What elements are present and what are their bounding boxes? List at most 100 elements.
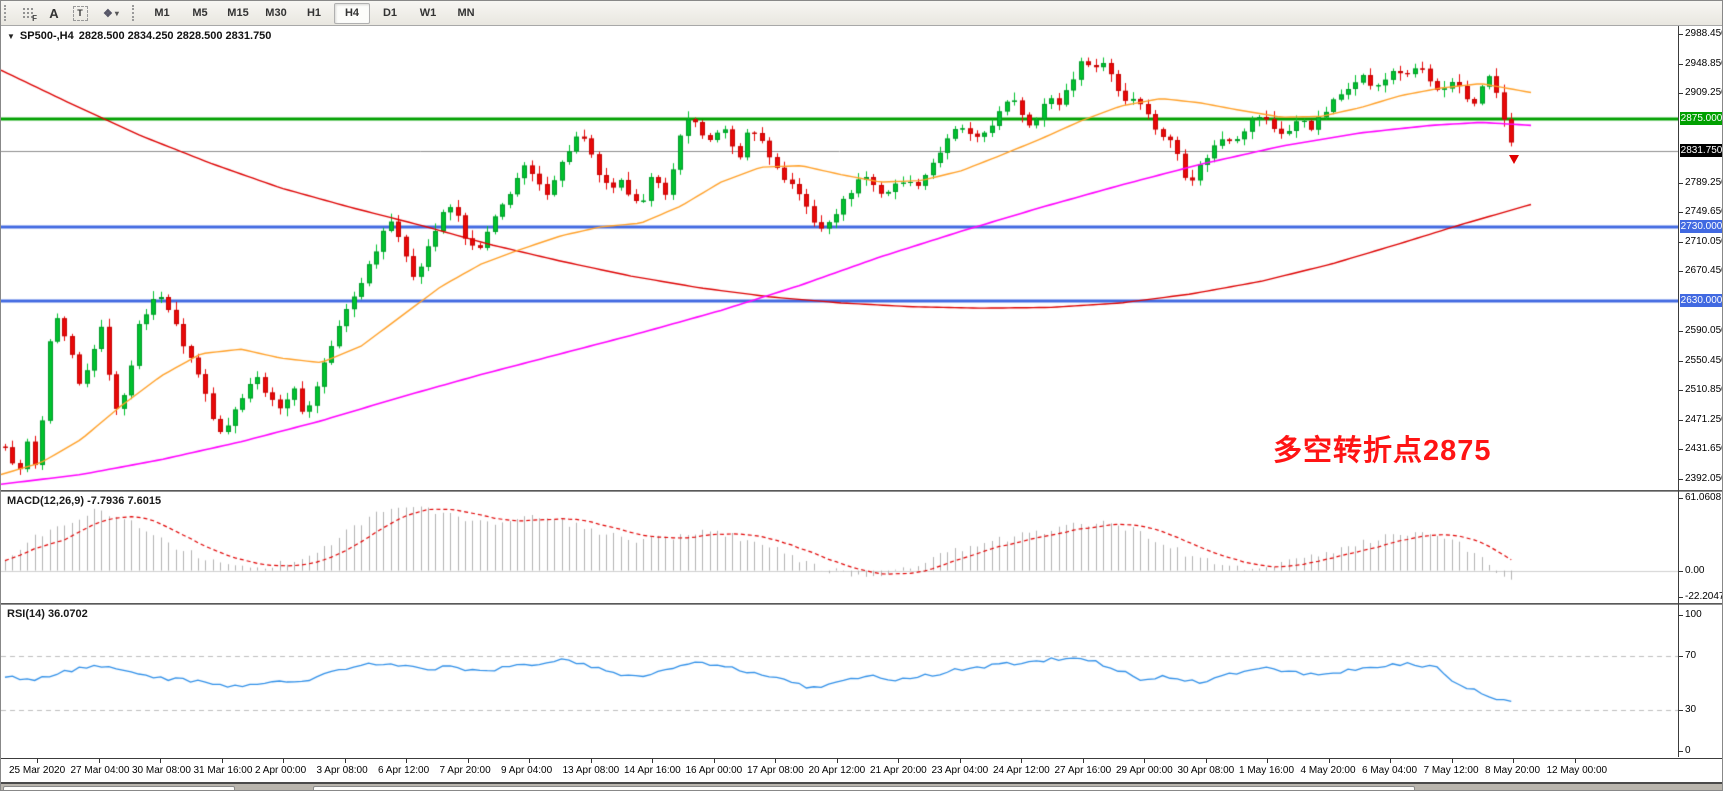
main-chart-panel: ▼ SP500-,H4 2828.500 2834.250 2828.500 2…	[1, 26, 1723, 490]
chart-annotation: 多空转折点2875	[1273, 427, 1492, 469]
time-axis-label: 12 May 00:00	[1547, 765, 1608, 776]
timeframe-button-h4[interactable]: H4	[334, 3, 370, 24]
time-axis-label: 7 Apr 20:00	[440, 765, 491, 776]
time-axis-label: 8 May 20:00	[1485, 765, 1540, 776]
time-axis-label: 14 Apr 16:00	[624, 765, 681, 776]
time-axis-label: 3 Apr 08:00	[317, 765, 368, 776]
price-tick: 2510.850	[1685, 384, 1723, 395]
time-axis-tick	[283, 759, 284, 763]
time-axis-tick	[960, 759, 961, 763]
time-axis-tick	[837, 759, 838, 763]
price-tick: 2590.050	[1685, 325, 1723, 336]
time-axis-tick	[1513, 759, 1514, 763]
chart-tabs-strip[interactable]	[1, 782, 1723, 791]
timeframe-button-h1[interactable]: H1	[296, 3, 332, 24]
price-tick: 2988.450	[1685, 28, 1723, 39]
timeframe-button-m15[interactable]: M15	[220, 3, 256, 24]
time-axis-label: 24 Apr 12:00	[993, 765, 1050, 776]
rsi-panel: RSI(14) 36.0702	[1, 605, 1723, 757]
macd-canvas[interactable]	[1, 492, 1678, 603]
time-axis-tick	[775, 759, 776, 763]
time-axis-tick	[1575, 759, 1576, 763]
time-axis-label: 31 Mar 16:00	[194, 765, 253, 776]
macd-tick: 0.00	[1685, 565, 1704, 576]
price-tick: 2550.450	[1685, 355, 1723, 366]
price-tick: 2789.250	[1685, 177, 1723, 188]
timeframe-toolbar: M1M5M15M30H1H4D1W1MN	[143, 3, 485, 24]
time-axis-label: 16 Apr 00:00	[686, 765, 743, 776]
time-axis-tick	[406, 759, 407, 763]
time-axis-label: 20 Apr 12:00	[809, 765, 866, 776]
main-chart-canvas[interactable]	[1, 26, 1678, 490]
chart-tab[interactable]	[3, 786, 235, 791]
time-axis-tick	[1021, 759, 1022, 763]
macd-panel: MACD(12,26,9) -7.7936 7.6015	[1, 492, 1723, 603]
time-axis-tick	[591, 759, 592, 763]
timeframe-button-m1[interactable]: M1	[144, 3, 180, 24]
time-axis-label: 4 May 20:00	[1301, 765, 1356, 776]
price-tick: 2948.850	[1685, 58, 1723, 69]
time-axis-tick	[714, 759, 715, 763]
price-tick: 2710.050	[1685, 236, 1723, 247]
rsi-tick: 0	[1685, 745, 1691, 756]
time-axis-tick	[898, 759, 899, 763]
time-axis-label: 9 Apr 04:00	[501, 765, 552, 776]
symbol-name: SP500-,H4	[20, 30, 74, 42]
time-axis-tick	[37, 759, 38, 763]
time-axis-label: 27 Mar 04:00	[71, 765, 130, 776]
sell-arrow-marker	[1509, 155, 1519, 164]
time-axis-label: 30 Apr 08:00	[1178, 765, 1235, 776]
price-tick: 2749.650	[1685, 206, 1723, 217]
toolbar-grip-2[interactable]	[132, 5, 138, 21]
time-axis-label: 17 Apr 08:00	[747, 765, 804, 776]
time-axis-label: 29 Apr 00:00	[1116, 765, 1173, 776]
rsi-canvas[interactable]	[1, 605, 1678, 757]
time-axis-label: 7 May 12:00	[1424, 765, 1479, 776]
price-tick: 2431.650	[1685, 443, 1723, 454]
mt4-window: F A T ❖▾ M1M5M15M30H1H4D1W1MN ▼ SP500-,H…	[0, 0, 1723, 791]
time-axis-tick	[468, 759, 469, 763]
time-axis-tick	[529, 759, 530, 763]
time-axis-tick	[345, 759, 346, 763]
time-axis-label: 6 May 04:00	[1362, 765, 1417, 776]
macd-tick: -22.2047	[1685, 591, 1723, 602]
label-icon[interactable]: T	[67, 2, 93, 24]
price-axis[interactable]: 2988.4502948.8502909.2502789.2502749.650…	[1679, 26, 1723, 757]
time-axis-tick	[222, 759, 223, 763]
current-price-label[interactable]: 2831.750	[1680, 144, 1723, 157]
price-tick: 2670.450	[1685, 265, 1723, 276]
hline-price-label[interactable]: 2730.000	[1680, 220, 1723, 233]
timeframe-button-w1[interactable]: W1	[410, 3, 446, 24]
time-axis-tick	[1452, 759, 1453, 763]
time-axis-label: 21 Apr 20:00	[870, 765, 927, 776]
timeframe-button-m5[interactable]: M5	[182, 3, 218, 24]
hline-price-label[interactable]: 2875.000	[1680, 112, 1723, 125]
text-icon[interactable]: A	[41, 2, 67, 24]
symbol-ohlc: 2828.500 2834.250 2828.500 2831.750	[79, 30, 272, 42]
price-tick: 2471.250	[1685, 414, 1723, 425]
time-axis-label: 2 Apr 00:00	[255, 765, 306, 776]
toolbar-grip[interactable]	[4, 5, 10, 21]
timeframe-button-mn[interactable]: MN	[448, 3, 484, 24]
time-axis[interactable]: 25 Mar 202027 Mar 04:0030 Mar 08:0031 Ma…	[1, 758, 1723, 782]
chart-tab[interactable]	[313, 786, 1415, 791]
timeframe-button-d1[interactable]: D1	[372, 3, 408, 24]
rsi-tick: 100	[1685, 609, 1702, 620]
chevron-down-icon[interactable]: ▾	[115, 9, 119, 18]
top-toolbar: F A T ❖▾ M1M5M15M30H1H4D1W1MN	[1, 1, 1723, 26]
hline-price-label[interactable]: 2630.000	[1680, 294, 1723, 307]
time-axis-tick	[1206, 759, 1207, 763]
symbol-header[interactable]: ▼ SP500-,H4 2828.500 2834.250 2828.500 2…	[7, 30, 271, 42]
chevron-down-icon[interactable]: ▼	[7, 32, 15, 41]
time-axis-label: 25 Mar 2020	[9, 765, 65, 776]
fibonacci-icon[interactable]: F	[15, 2, 41, 24]
timeframe-button-m30[interactable]: M30	[258, 3, 294, 24]
macd-label: MACD(12,26,9) -7.7936 7.6015	[7, 495, 161, 507]
time-axis-label: 23 Apr 04:00	[932, 765, 989, 776]
time-axis-tick	[160, 759, 161, 763]
arrows-icon[interactable]: ❖▾	[93, 2, 129, 24]
time-axis-tick	[99, 759, 100, 763]
time-axis-tick	[1390, 759, 1391, 763]
rsi-tick: 70	[1685, 650, 1696, 661]
time-axis-label: 27 Apr 16:00	[1055, 765, 1112, 776]
